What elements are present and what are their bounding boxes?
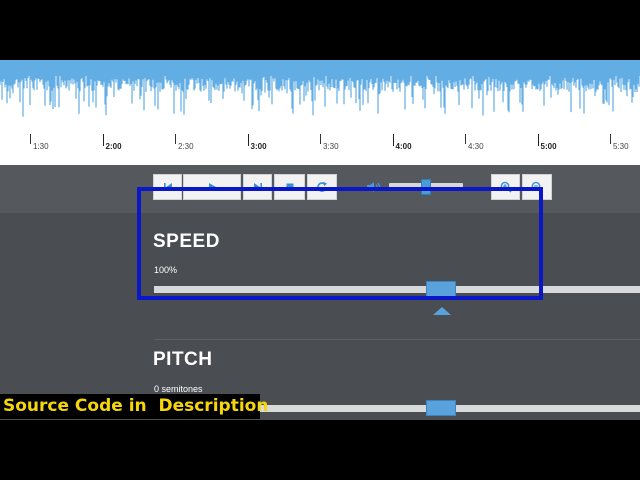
- caption-banner: Source Code in Description: [0, 394, 268, 419]
- volume-slider[interactable]: [389, 179, 463, 195]
- ruler-label: 5:30: [613, 142, 629, 151]
- ruler-label: 2:00: [105, 142, 122, 151]
- pitch-slider-thumb[interactable]: [425, 400, 456, 416]
- controls-panel: SPEED 100% PITCH 0 semitones: [0, 213, 640, 420]
- ruler-label: 4:00: [395, 142, 412, 151]
- audio-waveform[interactable]: [0, 60, 640, 120]
- ruler-label: 3:30: [323, 142, 339, 151]
- speed-default-marker: [433, 307, 451, 315]
- ruler-tick: [465, 134, 466, 144]
- zoom-out-button[interactable]: [522, 174, 552, 200]
- pitch-value: 0 semitones: [154, 384, 203, 394]
- ruler-label: 2:30: [178, 142, 194, 151]
- ruler-label: 5:00: [540, 142, 557, 151]
- speed-slider[interactable]: [154, 281, 640, 297]
- speed-value: 100%: [154, 265, 178, 275]
- transport-toolbar: [0, 165, 640, 214]
- play-icon: [207, 182, 217, 192]
- waveform-panel[interactable]: 1:30 2:00 2:30 3:00 3:30 4:00 4:30 5:00 5:30: [0, 60, 640, 165]
- ruler-tick: [102, 134, 104, 146]
- refresh-icon: [316, 181, 328, 193]
- skip-back-icon: [163, 182, 173, 192]
- ruler-tick: [30, 134, 31, 144]
- ruler-tick: [247, 134, 249, 146]
- speed-slider-thumb[interactable]: [425, 281, 456, 297]
- ruler-tick: [610, 134, 611, 144]
- ruler-tick: [320, 134, 321, 144]
- play-button[interactable]: [183, 174, 241, 200]
- volume-slider-thumb[interactable]: [421, 179, 431, 195]
- ruler-label: 4:30: [468, 142, 484, 151]
- volume-icon[interactable]: [366, 180, 382, 198]
- stop-button[interactable]: [274, 174, 305, 200]
- zoom-in-icon: [500, 181, 512, 193]
- pitch-title: PITCH: [153, 349, 213, 370]
- speed-title: SPEED: [153, 231, 220, 252]
- section-divider: [154, 339, 640, 340]
- zoom-out-icon: [531, 181, 543, 193]
- ruler-label: 1:30: [33, 142, 49, 151]
- loop-button[interactable]: [307, 174, 337, 200]
- zoom-in-button[interactable]: [491, 174, 520, 200]
- skip-forward-button[interactable]: [243, 174, 272, 200]
- ruler-tick: [537, 134, 539, 146]
- ruler-tick: [175, 134, 176, 144]
- skip-forward-icon: [253, 182, 263, 192]
- app-frame: 1:30 2:00 2:30 3:00 3:30 4:00 4:30 5:00 5:30: [0, 60, 640, 420]
- time-ruler: 1:30 2:00 2:30 3:00 3:30 4:00 4:30 5:00 5:30: [0, 130, 640, 160]
- skip-back-button[interactable]: [153, 174, 182, 200]
- ruler-tick: [392, 134, 394, 146]
- ruler-label: 3:00: [250, 142, 267, 151]
- stop-icon: [285, 182, 295, 192]
